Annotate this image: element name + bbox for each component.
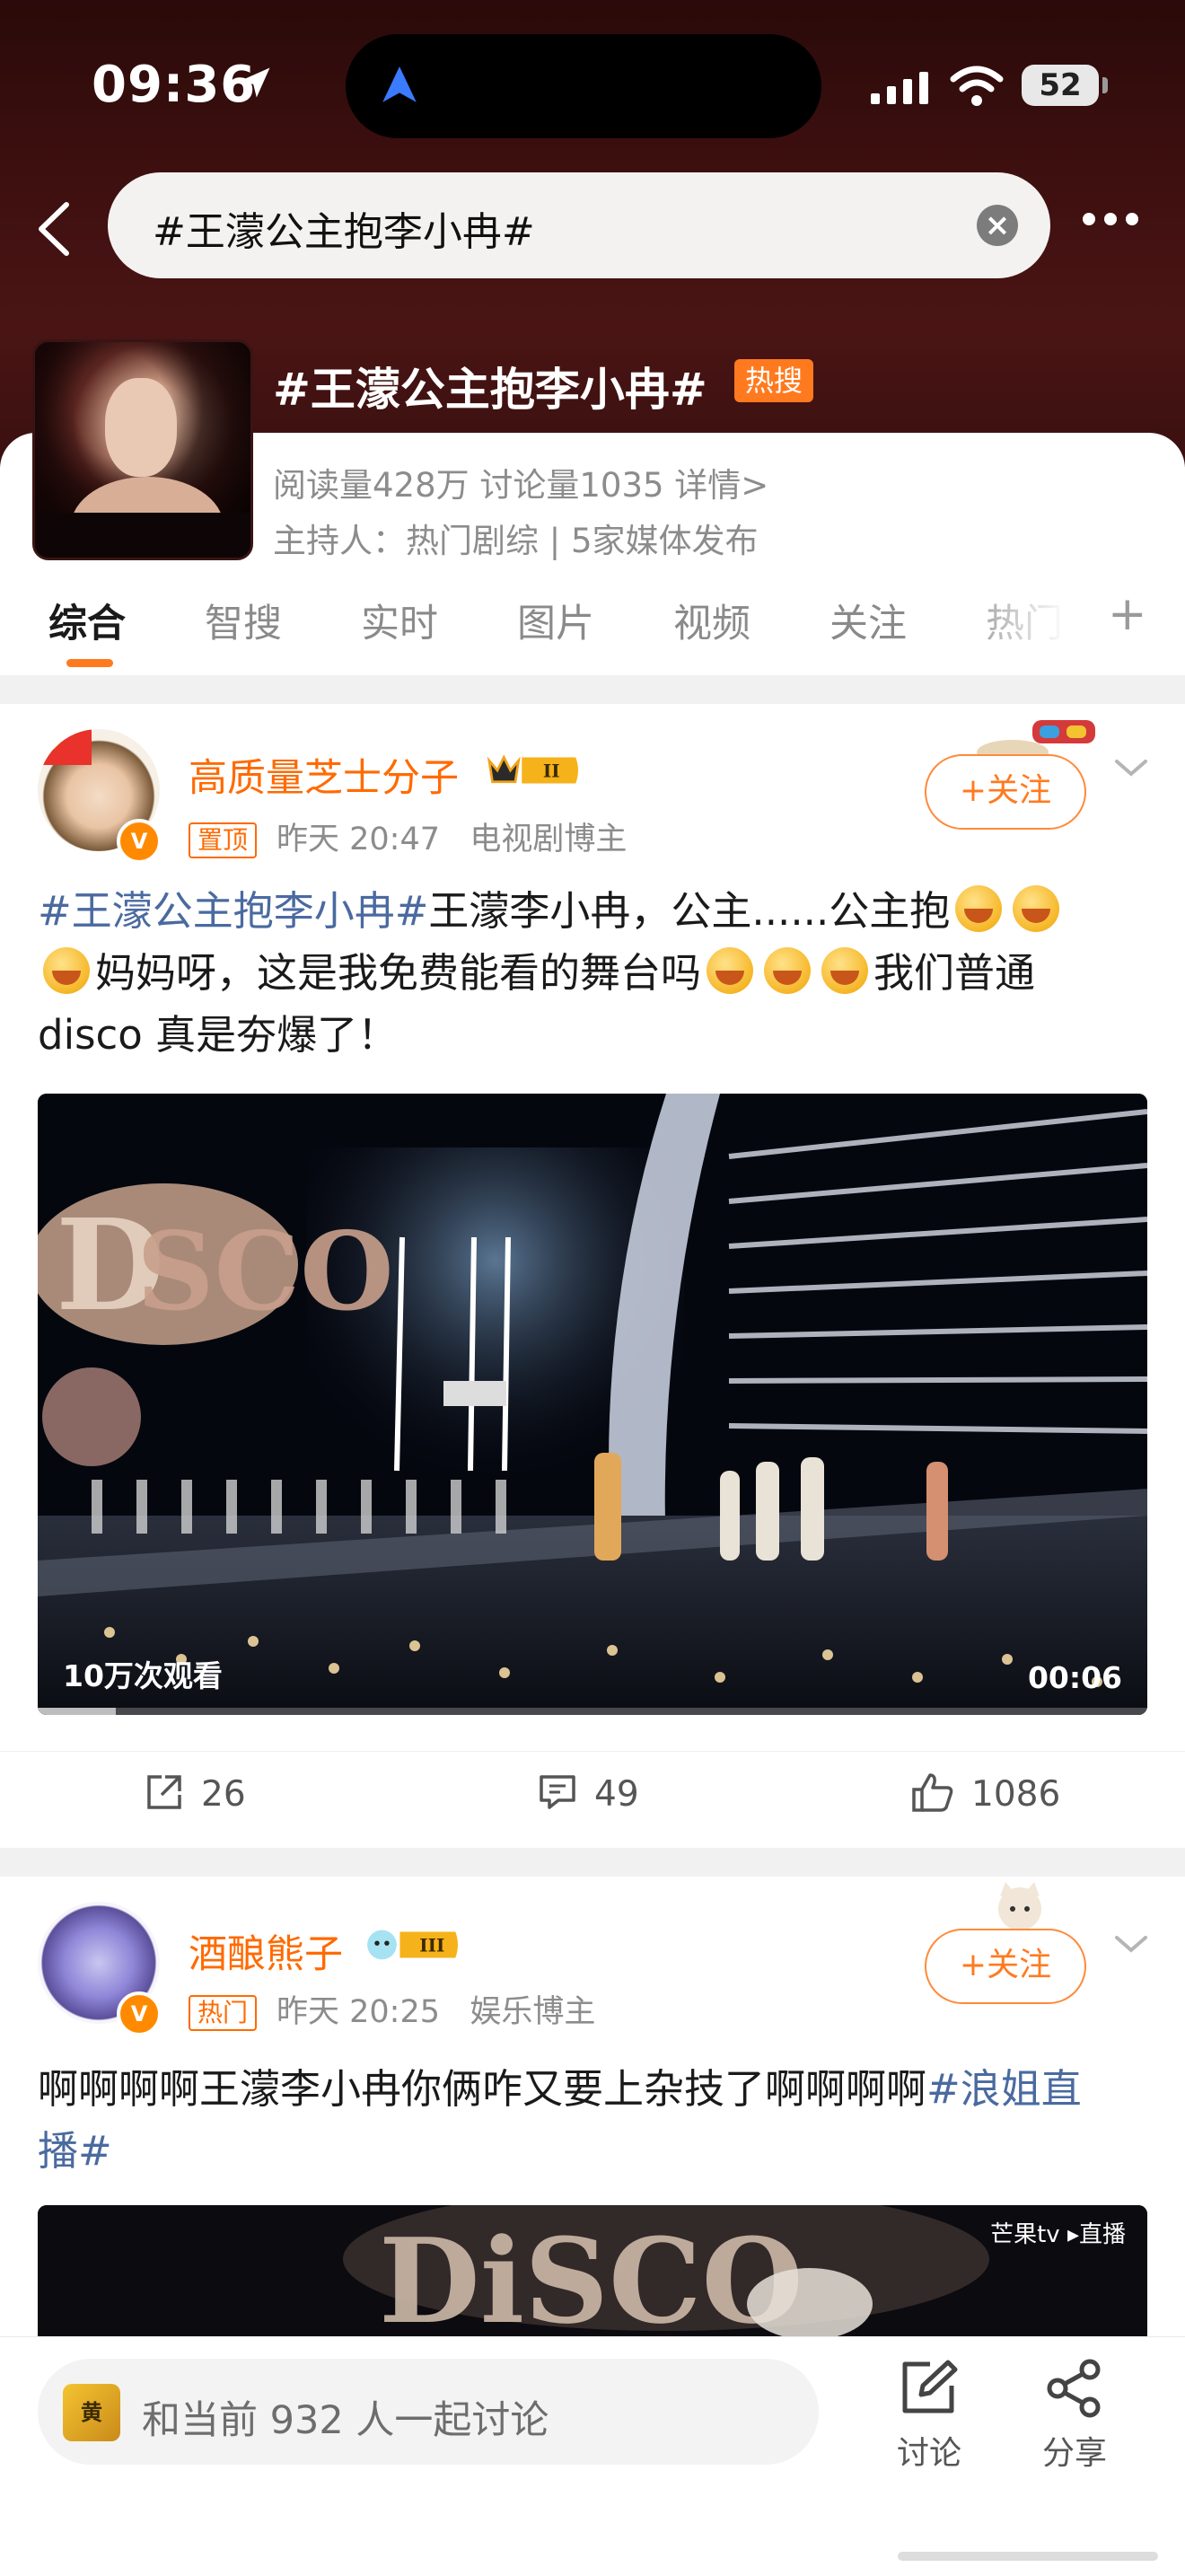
like-count: 1086 bbox=[971, 1774, 1061, 1815]
back-button[interactable] bbox=[27, 198, 81, 260]
more-options-button[interactable] bbox=[1083, 212, 1154, 239]
like-button[interactable]: 1086 bbox=[910, 1772, 1060, 1815]
bottom-bar: 黄 和当前 932 人一起讨论 讨论 分享 bbox=[0, 2336, 1185, 2576]
share-button[interactable]: 分享 bbox=[1025, 2359, 1124, 2474]
tab-comprehensive[interactable]: 综合 bbox=[48, 593, 126, 648]
chevron-down-icon[interactable] bbox=[1113, 754, 1149, 781]
section-divider bbox=[0, 675, 1185, 704]
verified-badge: V bbox=[117, 819, 162, 864]
follow-button[interactable]: +关注 bbox=[925, 1929, 1086, 2004]
post-text: #王濛公主抱李小冉#王濛李小冉，公主......公主抱 妈妈呀，这是我免费能看的… bbox=[38, 880, 1147, 1066]
tab-bar: 综合 智搜 实时 图片 视频 关注 热门 + bbox=[0, 584, 1185, 673]
home-indicator bbox=[898, 2552, 1158, 2561]
user-avatar: 黄 bbox=[63, 2384, 120, 2441]
post-actions: 26 49 1086 bbox=[0, 1751, 1185, 1842]
discussion-placeholder: 和当前 932 人一起讨论 bbox=[142, 2398, 549, 2443]
status-time: 09:36 bbox=[92, 56, 257, 114]
clear-search-button[interactable]: × bbox=[977, 205, 1018, 246]
share-icon bbox=[1047, 2359, 1101, 2418]
tab-videos[interactable]: 视频 bbox=[673, 593, 750, 648]
post-hashtag[interactable]: #浪姐直 bbox=[926, 2065, 1082, 2113]
pinned-tag: 置顶 bbox=[189, 822, 258, 858]
comment-count: 49 bbox=[594, 1774, 639, 1815]
discuss-button[interactable]: 讨论 bbox=[880, 2359, 979, 2474]
post-author-name[interactable]: 酒酿熊子 bbox=[189, 1923, 343, 1979]
tab-pictures[interactable]: 图片 bbox=[517, 593, 594, 648]
battery-tip bbox=[1102, 77, 1108, 93]
add-tab-button[interactable]: + bbox=[1108, 587, 1147, 641]
verified-badge: V bbox=[117, 1991, 162, 2036]
tab-realtime[interactable]: 实时 bbox=[361, 593, 438, 648]
status-bar: 09:36 52 bbox=[0, 0, 1185, 171]
level-badge-icon: III bbox=[367, 1930, 458, 1960]
repost-icon bbox=[147, 1775, 181, 1809]
hot-tag: 热门 bbox=[189, 1995, 258, 2031]
post-video[interactable]: D SCO 10万次观看 00:06 bbox=[38, 1094, 1147, 1715]
edit-icon bbox=[902, 2360, 958, 2413]
post-source: 电视剧博主 bbox=[470, 822, 628, 857]
chevron-down-icon[interactable] bbox=[1113, 1930, 1149, 1957]
post-text-line: 啊啊啊啊王濛李小冉你俩咋又要上杂技了啊啊啊啊 bbox=[38, 2065, 927, 2113]
post-text: 啊啊啊啊王濛李小冉你俩咋又要上杂技了啊啊啊啊#浪姐直 播# bbox=[38, 2058, 1147, 2182]
topic-stats[interactable]: 阅读量428万 讨论量1035 详情> bbox=[273, 458, 768, 506]
repost-button[interactable]: 26 bbox=[144, 1772, 246, 1815]
blush-emoji-icon bbox=[821, 947, 869, 994]
post-meta: 热门 昨天 20:25 娱乐博主 bbox=[189, 1986, 595, 2032]
cellular-signal-icon bbox=[871, 72, 928, 104]
post-video[interactable]: DiSCO 芒果tv ▸直播 bbox=[38, 2205, 1147, 2336]
blush-emoji-icon bbox=[764, 947, 812, 994]
search-input[interactable]: #王濛公主抱李小冉# × bbox=[108, 172, 1050, 278]
navigation-arrow-icon bbox=[382, 66, 417, 102]
post-time: 昨天 20:25 bbox=[276, 1994, 441, 2030]
section-divider bbox=[0, 1848, 1185, 1877]
post-time: 昨天 20:47 bbox=[276, 822, 441, 857]
blush-emoji-icon bbox=[43, 947, 90, 994]
thumbs-up-icon bbox=[912, 1773, 953, 1812]
discussion-input[interactable]: 黄 和当前 932 人一起讨论 bbox=[38, 2359, 819, 2465]
hot-search-badge: 热搜 bbox=[734, 359, 814, 402]
decoration-character-icon bbox=[998, 1882, 1041, 1930]
post-text-line: disco 真是夯爆了！ bbox=[38, 1011, 399, 1059]
crown-level-icon: II bbox=[487, 754, 578, 784]
post-source: 娱乐博主 bbox=[470, 1994, 596, 2030]
video-progress-bar[interactable] bbox=[38, 1708, 1147, 1715]
video-progress-fill bbox=[38, 1708, 116, 1715]
topic-cover-image[interactable] bbox=[32, 339, 253, 560]
comment-button[interactable]: 49 bbox=[537, 1772, 639, 1815]
share-label: 分享 bbox=[1041, 2435, 1107, 2472]
post-text-line: 妈妈呀，这是我免费能看的舞台吗 bbox=[95, 949, 702, 997]
blush-emoji-icon bbox=[707, 947, 754, 994]
video-frame: D SCO bbox=[38, 1094, 1147, 1715]
search-query: #王濛公主抱李小冉# bbox=[153, 209, 535, 255]
follow-button[interactable]: +关注 bbox=[925, 754, 1086, 830]
tab-fade bbox=[952, 584, 1095, 664]
comment-icon bbox=[540, 1775, 575, 1809]
post-meta: 置顶 昨天 20:47 电视剧博主 bbox=[189, 813, 627, 859]
battery-indicator: 52 bbox=[1022, 65, 1099, 106]
wifi-icon bbox=[950, 66, 1004, 106]
blush-emoji-icon bbox=[955, 885, 1003, 932]
tab-following[interactable]: 关注 bbox=[830, 593, 907, 648]
tab-smart-search[interactable]: 智搜 bbox=[205, 593, 282, 648]
repost-count: 26 bbox=[201, 1774, 246, 1815]
video-watermark: 芒果tv ▸直播 bbox=[990, 2221, 1126, 2248]
level-label: III bbox=[419, 1934, 444, 1956]
video-duration: 00:06 bbox=[1027, 1660, 1122, 1695]
blush-emoji-icon bbox=[1013, 885, 1060, 932]
video-views: 10万次观看 bbox=[63, 1658, 223, 1693]
topic-host: 主持人：热门剧综 | 5家媒体发布 bbox=[273, 522, 759, 560]
location-arrow-icon bbox=[240, 67, 270, 98]
post-text-line: 王濛李小冉，公主......公主抱 bbox=[428, 887, 951, 935]
post-hashtag[interactable]: #王濛公主抱李小冉# bbox=[38, 887, 428, 935]
svg-text:DiSCO: DiSCO bbox=[379, 2212, 803, 2336]
video-frame: DiSCO bbox=[38, 2205, 1147, 2336]
level-label: II bbox=[543, 760, 560, 781]
post-text-line: 我们普通 bbox=[873, 949, 1036, 997]
topic-title: #王濛公主抱李小冉# bbox=[273, 364, 707, 416]
post-author-name[interactable]: 高质量芝士分子 bbox=[189, 747, 459, 803]
post-hashtag[interactable]: 播# bbox=[38, 2127, 112, 2175]
svg-text:SCO: SCO bbox=[136, 1209, 394, 1335]
discuss-label: 讨论 bbox=[896, 2435, 961, 2472]
active-tab-indicator bbox=[66, 659, 113, 667]
